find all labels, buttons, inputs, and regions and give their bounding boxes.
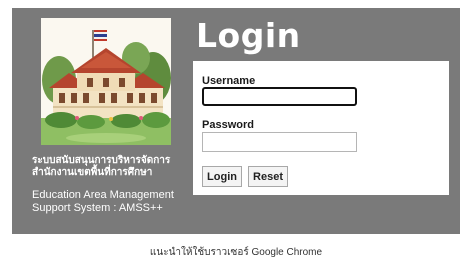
system-name-thai: ระบบสนับสนุนการบริหารจัดการ สำนักงานเขตพ… bbox=[32, 155, 171, 178]
reset-button[interactable]: Reset bbox=[248, 166, 288, 187]
login-form: Username Password Login Reset bbox=[193, 61, 449, 195]
username-input[interactable] bbox=[202, 87, 357, 106]
password-input[interactable] bbox=[202, 132, 357, 152]
browser-recommendation: แนะนำให้ใช้บราวเซอร์ Google Chrome bbox=[149, 247, 323, 258]
password-label: Password bbox=[202, 119, 254, 131]
system-name-english: Education Area Management Support System… bbox=[32, 189, 174, 214]
username-label: Username bbox=[202, 75, 256, 87]
login-button[interactable]: Login bbox=[202, 166, 242, 187]
school-building-image bbox=[41, 18, 171, 145]
page-title: Login bbox=[196, 16, 301, 55]
